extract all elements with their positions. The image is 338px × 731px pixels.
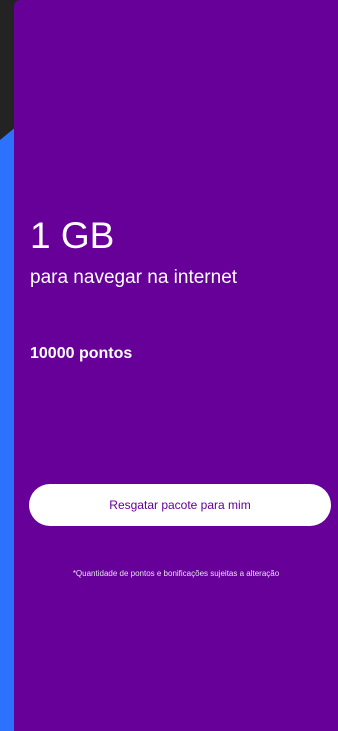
redeem-package-button[interactable]: Resgatar pacote para mim xyxy=(29,484,331,526)
points-cost: 10000 pontos xyxy=(30,345,133,362)
offer-card: 1 GB para navegar na internet 10000 pont… xyxy=(14,0,338,731)
data-description: para navegar na internet xyxy=(30,267,238,288)
disclaimer-text: *Quantidade de pontos e bonificações suj… xyxy=(72,569,280,578)
data-amount-title: 1 GB xyxy=(30,215,115,256)
